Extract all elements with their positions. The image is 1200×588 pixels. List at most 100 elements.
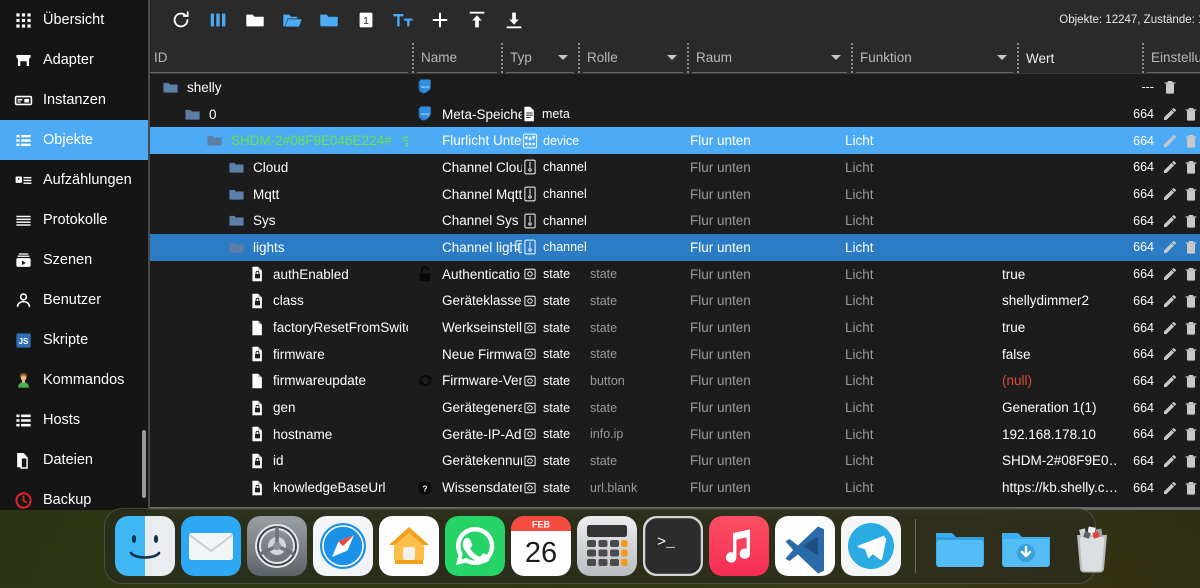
delete-icon[interactable] (1183, 239, 1199, 255)
dock-item-music[interactable] (709, 516, 769, 576)
column-divider[interactable] (851, 43, 853, 73)
sidebar-item-instanzen[interactable]: Instanzen (0, 80, 148, 120)
sidebar-item-objekte[interactable]: Objekte (0, 120, 148, 160)
edit-icon[interactable] (1162, 293, 1178, 309)
delete-icon[interactable] (1183, 426, 1199, 442)
delete-icon[interactable] (1183, 133, 1199, 149)
sidebar-item-szenen[interactable]: Szenen (0, 240, 148, 280)
delete-icon[interactable] (1183, 480, 1199, 496)
chevron-down-icon[interactable] (558, 55, 568, 60)
sidebar-item-adapter[interactable]: Adapter (0, 40, 148, 80)
edit-icon[interactable] (1162, 133, 1178, 149)
objects-table[interactable]: shelly Shelly --- 0 Shelly Meta-Speiche … (150, 74, 1200, 510)
table-row[interactable]: authEnabled Authenticatio… state state F… (150, 261, 1200, 288)
column-divider[interactable] (578, 43, 580, 73)
folder-open-icon[interactable] (273, 4, 310, 36)
edit-icon[interactable] (1162, 266, 1178, 282)
dock-item-telegram[interactable] (841, 516, 901, 576)
dock-item-trash[interactable] (1062, 516, 1122, 576)
table-row[interactable]: gen Gerätegenera… state state Flur unten… (150, 394, 1200, 421)
refresh-icon[interactable] (162, 4, 199, 36)
table-row[interactable]: Mqtt Channel Mqtt channel Flur unten Lic… (150, 181, 1200, 208)
column-divider[interactable] (687, 43, 689, 73)
table-row[interactable]: firmwareupdate Firmware-Ver… state butto… (150, 368, 1200, 395)
dock-item-calendar[interactable]: FEB 26 (511, 516, 571, 576)
edit-icon[interactable] (1162, 320, 1178, 336)
table-row[interactable]: lights Channel lights channel Flur unten… (150, 234, 1200, 261)
copy-icon[interactable] (514, 239, 522, 255)
edit-icon[interactable] (1162, 426, 1178, 442)
dock-item-vscode[interactable] (775, 516, 835, 576)
table-row[interactable]: shelly Shelly --- (150, 74, 1200, 101)
table-row[interactable]: class Geräteklasse state state Flur unte… (150, 288, 1200, 315)
sidebar-scrollbar[interactable] (142, 430, 146, 498)
sidebar-item--bersicht[interactable]: Übersicht (0, 0, 148, 40)
delete-icon[interactable] (1183, 186, 1199, 202)
sidebar-item-kommandos[interactable]: Kommandos (0, 360, 148, 400)
dock-item-system-settings[interactable] (247, 516, 307, 576)
edit-icon[interactable] (1162, 213, 1178, 229)
column-header-id[interactable]: ID (150, 43, 408, 73)
sidebar-item-skripte[interactable]: JS Skripte (0, 320, 148, 360)
table-row[interactable]: factoryResetFromSwitch Werkseinstell… st… (150, 314, 1200, 341)
sidebar-item-backup[interactable]: Backup (0, 480, 148, 510)
sidebar-item-hosts[interactable]: Hosts (0, 400, 148, 440)
edit-icon[interactable] (1162, 186, 1178, 202)
sidebar-item-benutzer[interactable]: Benutzer (0, 280, 148, 320)
table-row[interactable]: Sys Channel Sys channel Flur unten Licht… (150, 207, 1200, 234)
column-header-einstellun-[interactable]: Einstellun… (1147, 43, 1200, 73)
dock-item-mail[interactable] (181, 516, 241, 576)
sidebar-item-dateien[interactable]: Dateien (0, 440, 148, 480)
add-icon[interactable] (421, 4, 458, 36)
delete-icon[interactable] (1183, 106, 1199, 122)
folder-collapse-icon[interactable] (236, 4, 273, 36)
download-icon[interactable] (495, 4, 532, 36)
table-row[interactable]: firmware Neue Firmwar… state state Flur … (150, 341, 1200, 368)
table-row[interactable]: id Gerätekennung state state Flur unten … (150, 448, 1200, 475)
edit-icon[interactable] (1162, 373, 1178, 389)
delete-icon[interactable] (1183, 373, 1199, 389)
dock-item-safari[interactable] (313, 516, 373, 576)
edit-icon[interactable] (1162, 453, 1178, 469)
table-row[interactable]: Cloud Channel Cloud channel Flur unten L… (150, 154, 1200, 181)
text-size-icon[interactable] (384, 4, 421, 36)
delete-icon[interactable] (1183, 266, 1199, 282)
sidebar-item-protokolle[interactable]: Protokolle (0, 200, 148, 240)
edit-icon[interactable] (1162, 400, 1178, 416)
dock-item-home[interactable] (379, 516, 439, 576)
edit-icon[interactable] (1162, 159, 1178, 175)
dock-item-terminal[interactable]: >_ (643, 516, 703, 576)
delete-icon[interactable] (1162, 79, 1178, 95)
depth-one-icon[interactable]: 1 (347, 4, 384, 36)
delete-icon[interactable] (1183, 320, 1199, 336)
table-row[interactable]: knowledgeBaseUrl ? Wissensdaten… state u… (150, 474, 1200, 501)
dock-item-whatsapp[interactable] (445, 516, 505, 576)
chevron-down-icon[interactable] (831, 55, 841, 60)
column-divider[interactable] (501, 43, 503, 73)
folder-filled-icon[interactable] (310, 4, 347, 36)
dock-item-documents-folder[interactable] (930, 516, 990, 576)
column-header-typ[interactable]: Typ (506, 43, 574, 73)
dock-item-finder[interactable] (115, 516, 175, 576)
delete-icon[interactable] (1183, 400, 1199, 416)
delete-icon[interactable] (1183, 293, 1199, 309)
edit-icon[interactable] (1162, 239, 1178, 255)
dock-item-downloads-folder[interactable] (996, 516, 1056, 576)
columns-icon[interactable] (199, 4, 236, 36)
edit-icon[interactable] (1162, 480, 1178, 496)
sidebar-item-aufz-hlungen[interactable]: Aufzählungen (0, 160, 148, 200)
column-header-wert[interactable]: Wert (1022, 43, 1138, 73)
delete-icon[interactable] (1183, 213, 1199, 229)
table-row[interactable]: 0 Shelly Meta-Speiche… meta 664 (150, 101, 1200, 128)
table-row[interactable]: hostname Geräte-IP-Adr… state info.ip Fl… (150, 421, 1200, 448)
column-divider[interactable] (1142, 43, 1144, 73)
column-divider[interactable] (412, 43, 414, 73)
dock-item-calculator[interactable] (577, 516, 637, 576)
edit-icon[interactable] (1162, 106, 1178, 122)
table-row[interactable]: SHDM-2#08F9E046E224# Flurlicht Unten dev… (150, 127, 1200, 155)
column-divider[interactable] (1017, 43, 1019, 73)
upload-icon[interactable] (458, 4, 495, 36)
column-header-rolle[interactable]: Rolle (583, 43, 683, 73)
delete-icon[interactable] (1183, 159, 1199, 175)
delete-icon[interactable] (1183, 453, 1199, 469)
